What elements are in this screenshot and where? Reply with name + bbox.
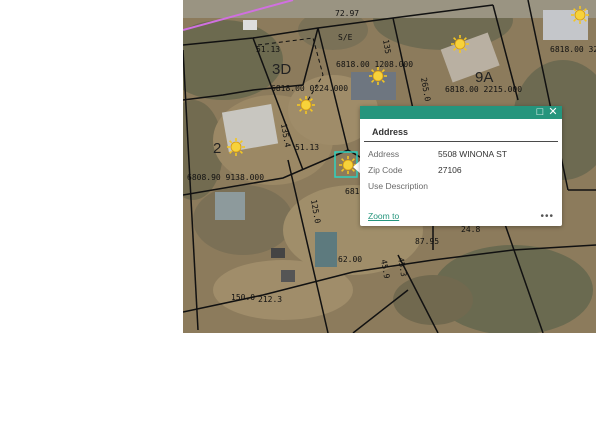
dimension-label: 150.0 [231,293,255,302]
field-row-zip-code: Zip Code 27106 [368,162,554,178]
sun-marker-icon[interactable] [297,96,315,114]
field-row-address: Address 5508 WINONA ST [368,146,554,162]
parcel-number-label: 9A [475,69,493,86]
more-actions-button[interactable]: ••• [540,211,554,222]
field-label: Address [368,149,400,159]
close-icon[interactable]: ✕ [547,106,559,119]
parcel-id-label: 6818.00 324 [550,45,596,54]
dimension-label: 72.97 [335,9,359,18]
dimension-label: S/E [338,33,353,42]
popup-footer: Zoom to ••• [368,210,554,222]
dimension-label: 87.95 [415,237,439,246]
parcel-id-label: 6808.90 9138.000 [187,173,264,182]
parcel-id-label: 681 [345,187,360,196]
parcel-id-label: 6818.00 1208.000 [336,60,413,69]
sun-marker-icon[interactable] [451,35,469,53]
sun-marker-icon[interactable] [227,138,245,156]
sun-marker-icon[interactable] [369,67,387,85]
popup-title: Address [364,119,558,142]
dimension-label: 62.00 [338,255,362,264]
field-label: Use Description [368,181,428,191]
dimension-label: 212.3 [258,295,282,304]
popup-header: □ ✕ [360,106,562,119]
maximize-icon[interactable]: □ [534,106,546,119]
parcel-number-label: 2 [213,140,221,157]
sun-marker-icon[interactable] [571,6,589,24]
field-label: Zip Code [368,165,403,175]
field-value: 5508 WINONA ST [438,149,507,159]
dimension-label: 51.13 [295,143,319,152]
dimension-label: 24.8 [461,225,480,234]
info-popup: □ ✕ Address Address 5508 WINONA ST Zip C… [360,106,562,226]
dimension-label: 51.13 [256,45,280,54]
zoom-to-link[interactable]: Zoom to [368,211,399,221]
parcel-id-label: 6818.00 2215.000 [445,85,522,94]
field-row-use-description: Use Description [368,178,554,194]
field-value: 27106 [438,165,462,175]
parcel-number-label: 3D [272,61,291,78]
parcel-id-label: 6818.00 0224.000 [271,84,348,93]
